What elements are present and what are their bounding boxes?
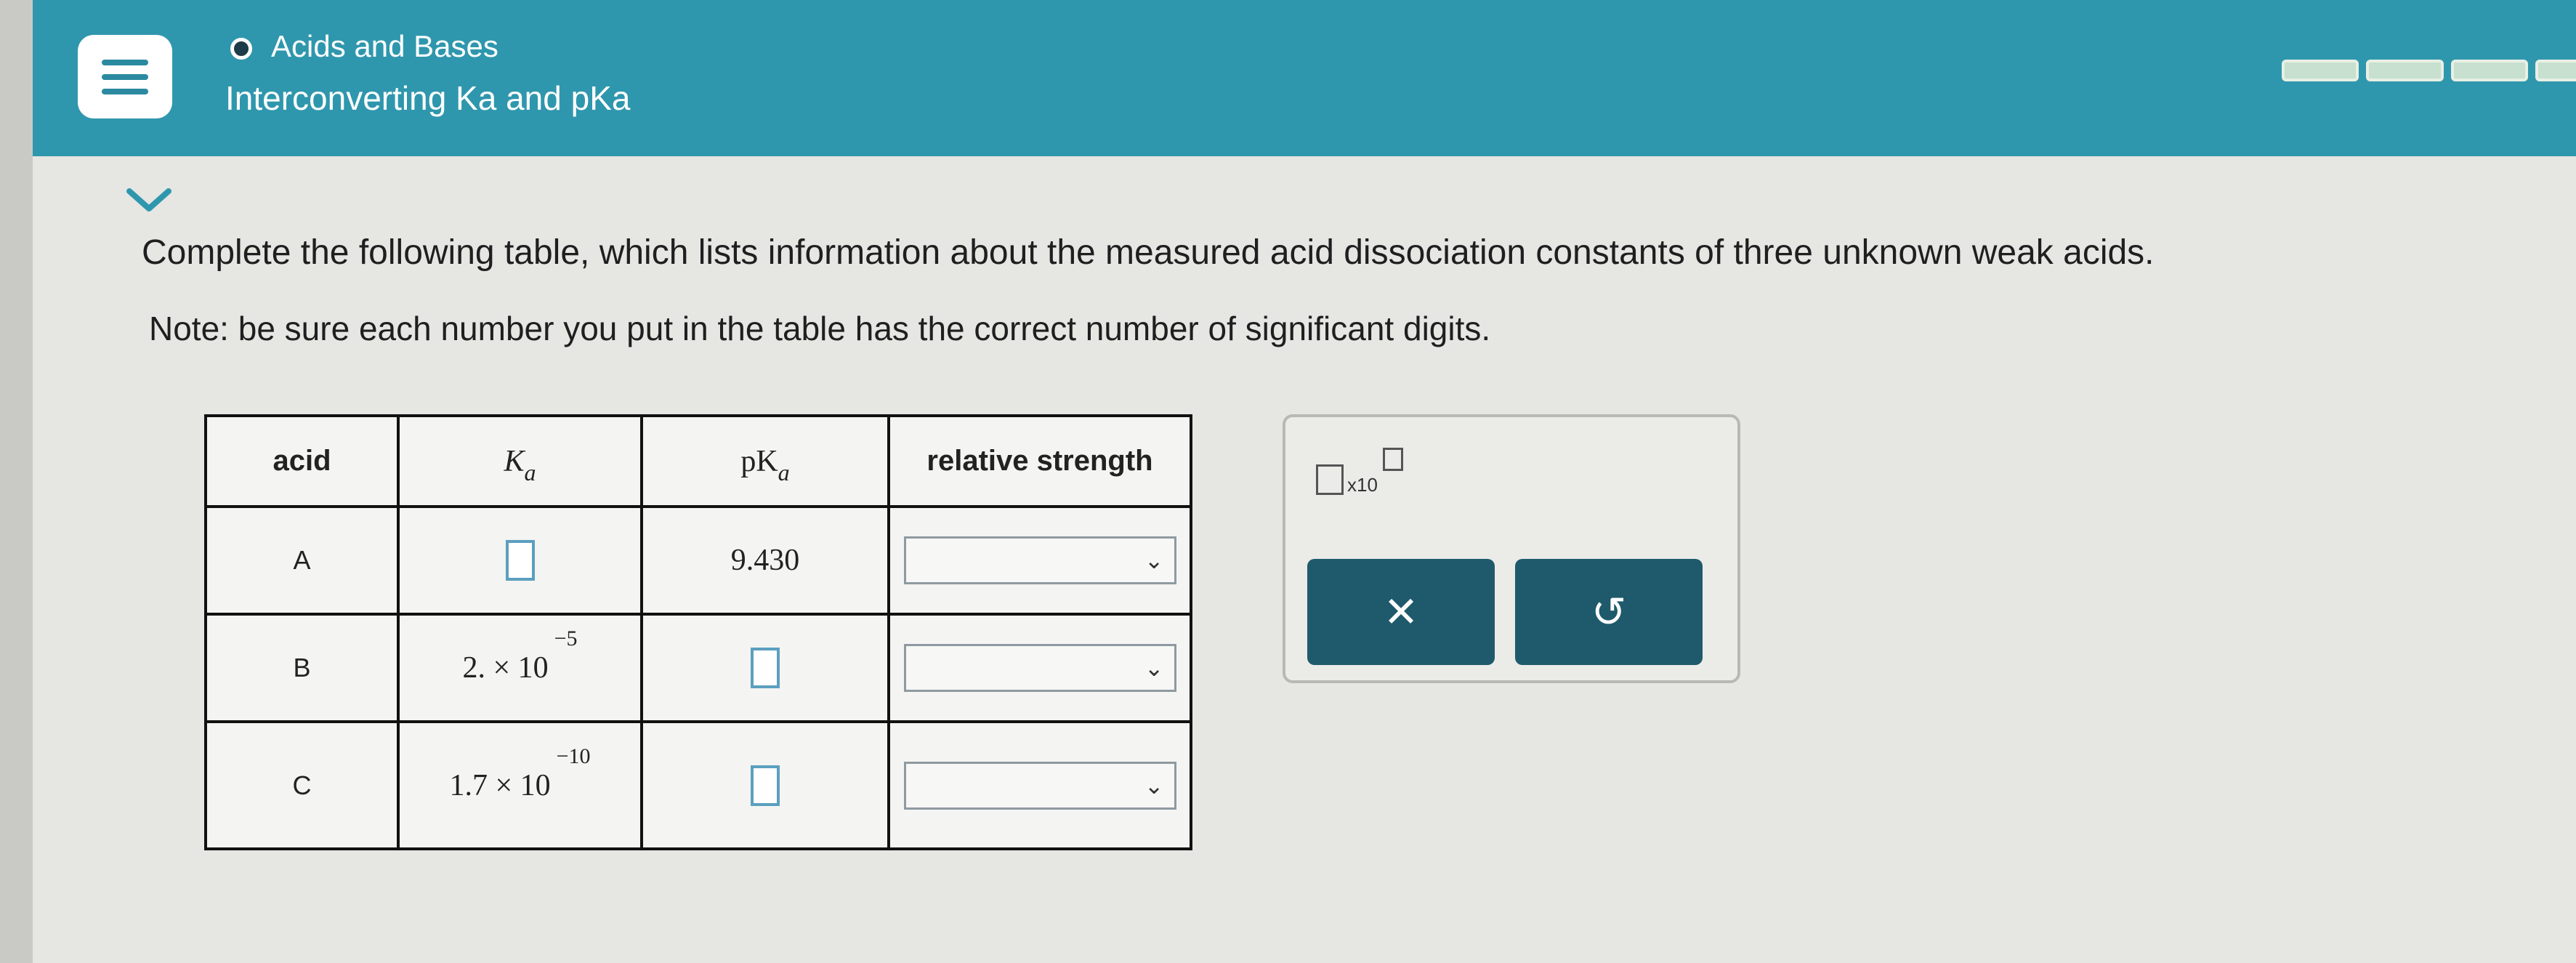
question-note: Note: be sure each number you put in the…	[149, 309, 1490, 348]
strength-cell: ⌄	[890, 508, 1190, 613]
main-content: Complete the following table, which list…	[33, 156, 2576, 963]
ka-input[interactable]	[505, 540, 535, 581]
table-row: C 1.7 × 10 −10 ⌄	[207, 723, 1190, 847]
pka-cell	[643, 616, 890, 720]
chevron-down-icon: ⌄	[1144, 655, 1164, 681]
acid-label: C	[207, 723, 400, 847]
chevron-down-icon: ⌄	[1144, 772, 1164, 799]
header-relative-strength: relative strength	[926, 445, 1153, 477]
relative-strength-select[interactable]: ⌄	[903, 644, 1176, 692]
acid-label: B	[207, 616, 400, 720]
scientific-notation-button[interactable]: x10	[1307, 446, 1424, 508]
header-ka: Ka	[400, 417, 643, 505]
x10-label: x10	[1347, 474, 1378, 496]
topic-dot-icon	[230, 38, 252, 60]
left-edge	[0, 0, 33, 963]
clear-button[interactable]: ✕	[1307, 559, 1495, 665]
strength-cell: ⌄	[890, 616, 1190, 720]
page-title: Interconverting Ka and pKa	[225, 79, 631, 117]
table-header-row: acid Ka pK a relative strength	[207, 417, 1190, 508]
exponent-box-icon	[1383, 448, 1403, 471]
header-bar: Acids and Bases Interconverting Ka and p…	[33, 0, 2576, 156]
ka-cell	[400, 508, 643, 613]
pka-input[interactable]	[751, 648, 780, 688]
header-acid: acid	[207, 417, 400, 505]
ka-value: 1.7 × 10 −10	[400, 723, 643, 847]
relative-strength-select[interactable]: ⌄	[903, 761, 1176, 810]
progress-bar	[2282, 60, 2576, 81]
ka-table: acid Ka pK a relative strength A 9.430 ⌄ …	[204, 414, 1192, 850]
chevron-down-icon[interactable]	[116, 178, 182, 222]
undo-icon: ↺	[1591, 589, 1627, 636]
topic-title: Acids and Bases	[271, 29, 498, 63]
mantissa-box-icon	[1316, 464, 1344, 495]
acid-label: A	[207, 508, 400, 613]
table-row: A 9.430 ⌄	[207, 508, 1190, 616]
question-prompt: Complete the following table, which list…	[142, 233, 2155, 272]
strength-cell: ⌄	[890, 723, 1190, 847]
chevron-down-icon: ⌄	[1144, 547, 1164, 573]
tool-panel: x10 ✕ ↺	[1283, 414, 1740, 683]
header-pka: pK a	[643, 417, 890, 505]
table-row: B 2. × 10 −5 ⌄	[207, 616, 1190, 723]
undo-button[interactable]: ↺	[1515, 559, 1703, 665]
relative-strength-select[interactable]: ⌄	[903, 536, 1176, 584]
pka-value: 9.430	[643, 508, 890, 613]
menu-icon[interactable]	[78, 35, 172, 118]
note-text: be sure each number you put in the table…	[228, 310, 1491, 347]
pka-cell	[643, 723, 890, 847]
close-icon: ✕	[1383, 589, 1419, 636]
ka-value: 2. × 10 −5	[400, 616, 643, 720]
pka-input[interactable]	[751, 765, 780, 806]
note-label: Note:	[149, 310, 229, 347]
